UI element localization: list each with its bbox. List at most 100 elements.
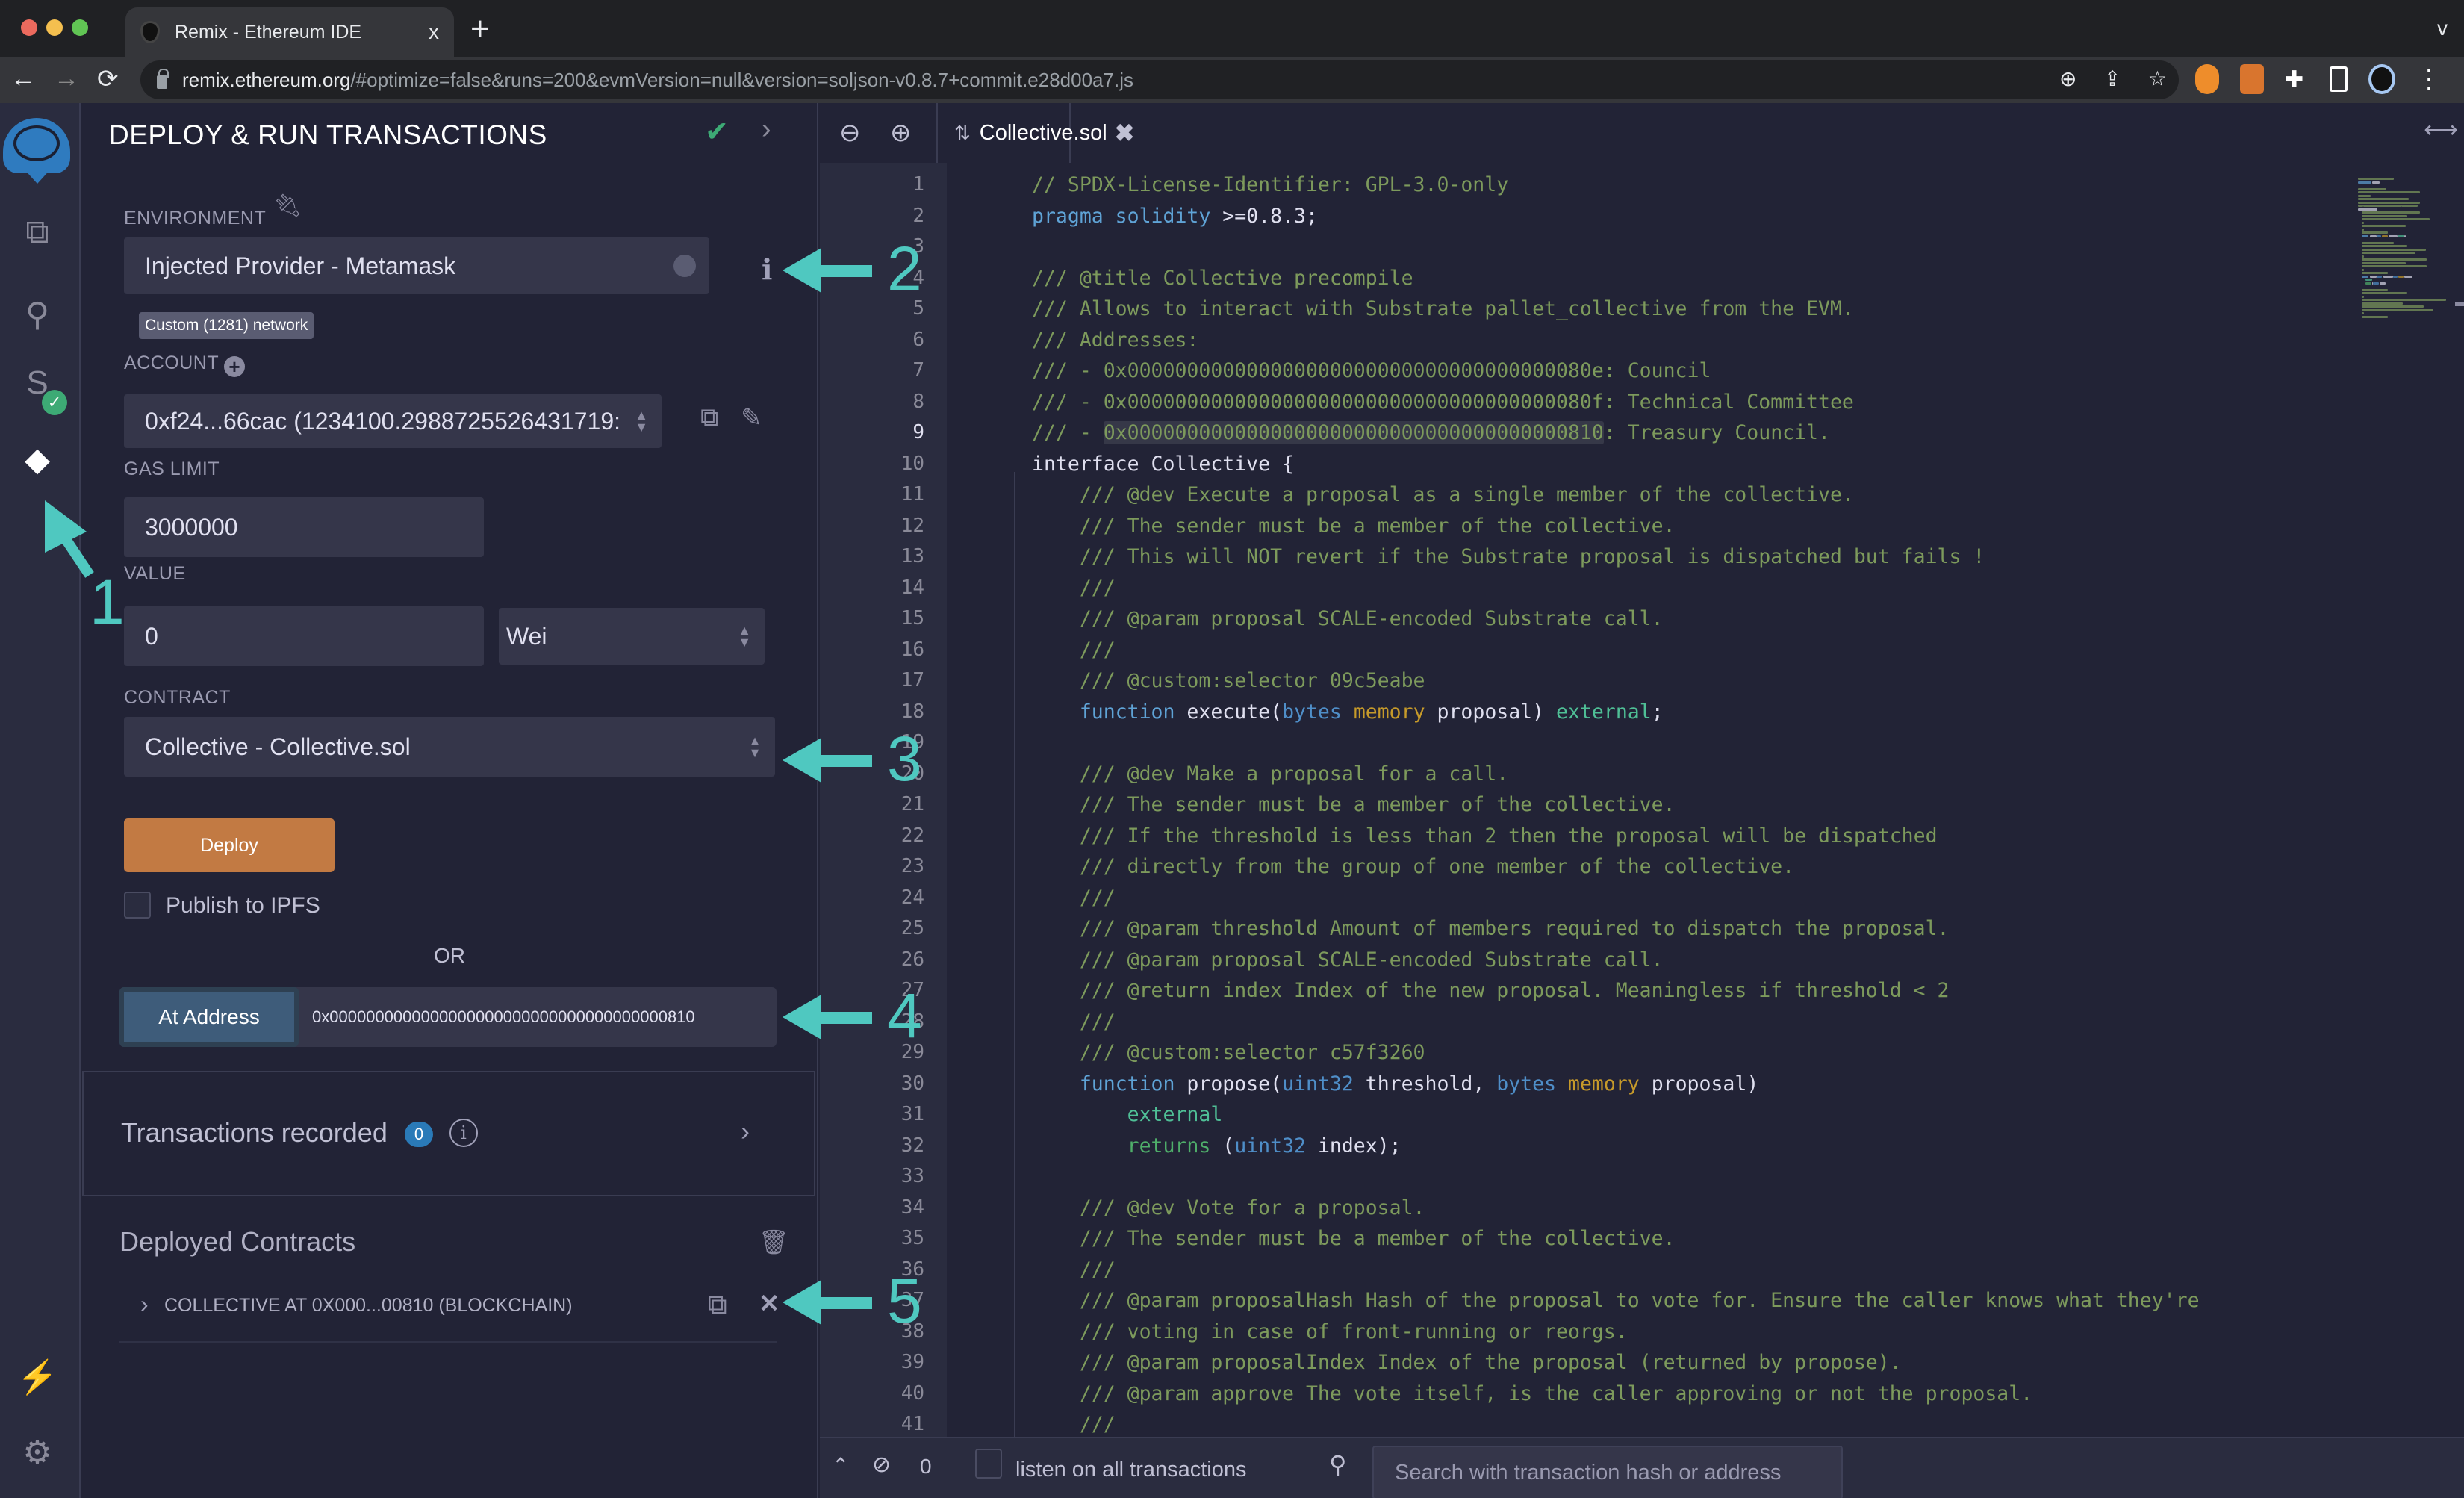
window-close-button[interactable] [21,19,37,36]
environment-select[interactable]: Injected Provider - Metamask [124,237,709,294]
minimap-line [2365,279,2373,281]
browser-tab-close-icon[interactable]: x [429,20,439,44]
code-token: external [1127,1103,1223,1126]
minimap-line [2361,308,2433,311]
code-line: /// voting in case of front-running or r… [1032,1320,1628,1343]
file-explorer-icon[interactable]: ⧉ [0,214,75,251]
expand-chevron-icon[interactable]: › [741,1116,750,1147]
settings-gear-icon[interactable]: ⚙ [0,1434,75,1472]
reload-button[interactable]: ⟳ [97,64,119,94]
code-editor[interactable]: // SPDX-License-Identifier: GPL-3.0-only… [947,163,2351,1437]
share-icon[interactable]: ⇪ [2103,66,2121,91]
code-token: execute( [1175,700,1283,724]
environment-info-icon[interactable]: i [762,252,772,286]
code-token: /// @dev Execute a proposal as a single … [1032,483,1854,506]
pending-tx-count: 0 [920,1455,932,1478]
bookmark-star-icon[interactable]: ☆ [2148,66,2167,91]
remix-logo-icon[interactable] [3,118,70,184]
code-line: // SPDX-License-Identifier: GPL-3.0-only [1032,173,1508,196]
minimap-line [2383,275,2393,278]
transactions-recorded-section[interactable]: Transactions recorded 0 i › [82,1071,815,1196]
code-line: external [1032,1103,1223,1126]
new-tab-button[interactable]: + [470,10,490,48]
terminal-bar: ⌃ ⊘ 0 listen on all transactions ⚲ [820,1437,2464,1498]
forward-button[interactable]: → [54,64,79,93]
info-circle-icon[interactable]: i [449,1119,478,1147]
clear-terminal-icon[interactable]: ⊘ [872,1452,891,1478]
collapse-panel-chevron-icon[interactable]: › [762,114,771,146]
deployed-contract-item[interactable]: › COLLECTIVE AT 0X000...00810 (BLOCKCHAI… [119,1275,780,1343]
kebab-menu-icon[interactable]: ⋮ [2416,64,2442,94]
close-tab-icon[interactable]: ✖ [1115,119,1135,147]
polkadot-extension-icon[interactable] [2195,64,2219,94]
listen-all-checkbox[interactable] [975,1449,1002,1479]
zoom-out-icon[interactable]: ⊖ [839,118,861,148]
window-zoom-button[interactable] [72,19,88,36]
toggle-terminal-icon[interactable]: ⌃ [832,1453,849,1478]
minimap-line [2382,234,2388,237]
code-line: /// @dev Make a proposal for a call. [1032,762,1508,786]
profile-avatar-icon[interactable] [2368,64,2395,94]
transaction-search-input[interactable] [1372,1446,1843,1498]
minimap-line [2361,228,2365,231]
minimap-line [2361,268,2365,271]
metamask-fox-icon[interactable] [2240,64,2264,94]
deploy-run-icon[interactable]: ◆ [0,441,75,479]
gas-limit-input[interactable]: 3000000 [124,497,484,557]
copy-address-icon[interactable]: ⧉ [708,1289,727,1321]
code-line: /// @custom:selector 09c5eabe [1032,669,1425,692]
create-account-plus-icon[interactable]: + [224,356,245,377]
minimap-scrollbar[interactable] [2455,302,2464,306]
code-line: /// @dev Vote for a proposal. [1032,1196,1425,1219]
value-input[interactable]: 0 [124,606,484,666]
deploy-button[interactable]: Deploy [124,818,335,872]
sidebar-icon[interactable] [2330,66,2348,92]
minimap-line [2365,282,2371,285]
puzzle-extensions-icon[interactable]: ✚ [2285,66,2309,93]
solidity-file-icon: ⇅ [954,121,971,144]
copy-account-icon[interactable]: ⧉ [700,403,718,432]
contract-select[interactable]: Collective - Collective.sol ▲ ▼ [124,717,775,777]
code-line: /// @param proposal SCALE-encoded Substr… [1032,607,1664,630]
browser-tab-remix[interactable]: Remix - Ethereum IDE x [125,7,454,57]
zoom-in-icon[interactable]: ⊕ [890,118,912,148]
minimap-line [2361,252,2415,254]
value-unit-select[interactable]: Wei ▲ ▼ [499,608,765,665]
search-icon[interactable]: ⚲ [0,296,75,334]
at-address-input[interactable] [299,987,777,1047]
minimap-line [2372,181,2380,184]
minimap-line [2361,218,2430,220]
icon-panel: ⧉ ⚲ S ✓ ◆ ⚡ ⚙ [0,103,81,1498]
expand-contract-chevron-icon[interactable]: › [140,1290,149,1318]
code-token: /// [1032,638,1116,662]
minimap-line [2363,205,2401,207]
plugin-manager-icon[interactable]: ⚡ [0,1358,75,1396]
line-number: 16 [900,638,924,661]
lock-icon[interactable] [157,69,169,89]
remove-contract-close-icon[interactable]: ✕ [759,1289,780,1319]
minimap-line [2361,312,2365,314]
tab-search-chevron-icon[interactable]: v [2437,16,2448,40]
back-button[interactable]: ← [10,64,36,93]
line-number: 21 [900,793,924,815]
minimap-line [2361,234,2369,237]
line-number: 40 [900,1382,924,1405]
window-minimize-button[interactable] [46,19,63,36]
contract-value: Collective - Collective.sol [145,733,411,760]
line-number: 35 [900,1227,924,1249]
sign-message-edit-icon[interactable]: ✎ [741,403,762,433]
code-token: bytes [1496,1072,1557,1095]
clear-deployed-trash-icon[interactable]: 🗑︎ [759,1228,789,1256]
address-bar[interactable]: remix.ethereum.org /#optimize=false&runs… [140,60,2179,99]
indent-guide [1014,472,1015,1437]
account-select[interactable]: 0xf24...66cac (1234100.2988725526431719:… [124,394,662,448]
zoom-icon[interactable]: ⊕ [2059,66,2076,91]
publish-ipfs-checkbox[interactable] [124,892,151,919]
tab-collective-sol[interactable]: ⇅ Collective.sol ✖ [936,103,1134,163]
minimap[interactable] [2351,163,2464,1437]
minimap-line [2361,315,2388,318]
at-address-button[interactable]: At Address [119,987,299,1047]
select-arrows-icon: ▲ ▼ [635,408,648,435]
expand-editor-icon[interactable]: ⟷ [2424,115,2458,143]
